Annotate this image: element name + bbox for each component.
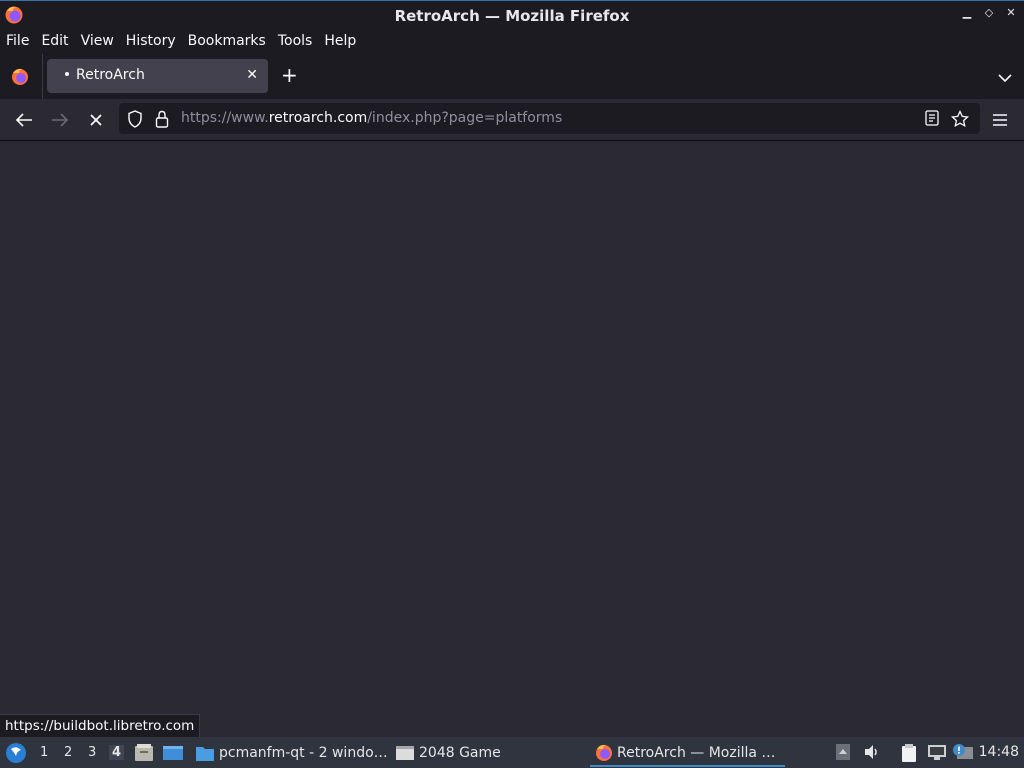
- tab-separator: [42, 54, 43, 99]
- taskbar: 1 2 3 4 pcmanfm-qt - 2 windo… 2048 Game …: [0, 737, 1024, 768]
- menu-edit[interactable]: Edit: [35, 29, 74, 54]
- task-label: pcmanfm-qt - 2 windo…: [219, 745, 388, 761]
- link-status-panel: https://buildbot.libretro.com: [0, 714, 201, 737]
- reader-view-icon[interactable]: [925, 110, 939, 130]
- forward-button[interactable]: [50, 110, 70, 130]
- maximize-button[interactable]: ◇: [982, 6, 996, 20]
- menu-file[interactable]: File: [0, 29, 35, 54]
- menu-bookmarks[interactable]: Bookmarks: [182, 29, 272, 54]
- start-menu-icon[interactable]: [5, 742, 27, 768]
- menu-history[interactable]: History: [120, 29, 182, 54]
- clock: 14:48: [978, 744, 1019, 760]
- desktop-4[interactable]: 4: [109, 745, 125, 760]
- task-firefox[interactable]: RetroArch — Mozilla …: [590, 741, 785, 767]
- task-2048-game[interactable]: 2048 Game: [395, 741, 501, 765]
- tracking-protection-shield-icon[interactable]: [127, 110, 143, 132]
- stop-loading-button[interactable]: [86, 110, 106, 130]
- desktop-1[interactable]: 1: [40, 745, 48, 760]
- list-all-tabs-icon[interactable]: [998, 68, 1012, 87]
- task-label: RetroArch — Mozilla …: [617, 745, 776, 761]
- update-notifier-icon[interactable]: [952, 743, 974, 765]
- firefox-icon: [4, 5, 24, 29]
- app-menu-hamburger-icon[interactable]: [990, 110, 1010, 130]
- task-pcmanfm[interactable]: pcmanfm-qt - 2 windo…: [195, 741, 388, 765]
- navigation-toolbar: https://www.retroarch.com/index.php?page…: [0, 99, 1024, 141]
- url-bar[interactable]: https://www.retroarch.com/index.php?page…: [119, 103, 980, 134]
- clipboard-icon[interactable]: [899, 743, 919, 767]
- new-tab-button[interactable]: +: [281, 65, 298, 85]
- tab-label: RetroArch: [76, 67, 145, 83]
- file-manager-launcher-icon[interactable]: [134, 743, 154, 767]
- desktop-3[interactable]: 3: [88, 745, 96, 760]
- desktop-2[interactable]: 2: [64, 745, 72, 760]
- bookmark-star-icon[interactable]: [951, 109, 969, 132]
- window-title: RetroArch — Mozilla Firefox: [394, 6, 630, 25]
- volume-icon[interactable]: [863, 743, 881, 765]
- tab-retroarch[interactable]: RetroArch ✕: [47, 59, 268, 93]
- menu-tools[interactable]: Tools: [272, 29, 319, 54]
- lock-icon[interactable]: [155, 110, 169, 132]
- menu-bar: File Edit View History Bookmarks Tools H…: [0, 29, 1024, 54]
- firefox-icon: [596, 744, 612, 761]
- back-button[interactable]: [14, 110, 34, 130]
- window-titlebar: RetroArch — Mozilla Firefox ▁ ◇ ✕: [0, 0, 1024, 30]
- loading-indicator-icon: [65, 72, 69, 76]
- firefox-view-icon[interactable]: [10, 67, 30, 91]
- folder-icon: [196, 747, 214, 761]
- window-icon: [396, 746, 414, 760]
- page-content[interactable]: [0, 141, 1024, 737]
- close-window-button[interactable]: ✕: [1004, 6, 1018, 20]
- network-icon[interactable]: [927, 743, 947, 765]
- minimize-button[interactable]: ▁: [960, 6, 974, 20]
- tab-bar: RetroArch ✕ +: [0, 54, 1024, 99]
- close-tab-icon[interactable]: ✕: [246, 67, 258, 83]
- tray-arrow-icon[interactable]: [835, 743, 851, 765]
- show-desktop-icon[interactable]: [162, 743, 184, 767]
- menu-help[interactable]: Help: [318, 29, 362, 54]
- url-text[interactable]: https://www.retroarch.com/index.php?page…: [181, 110, 562, 126]
- menu-view[interactable]: View: [75, 29, 120, 54]
- task-label: 2048 Game: [419, 745, 501, 761]
